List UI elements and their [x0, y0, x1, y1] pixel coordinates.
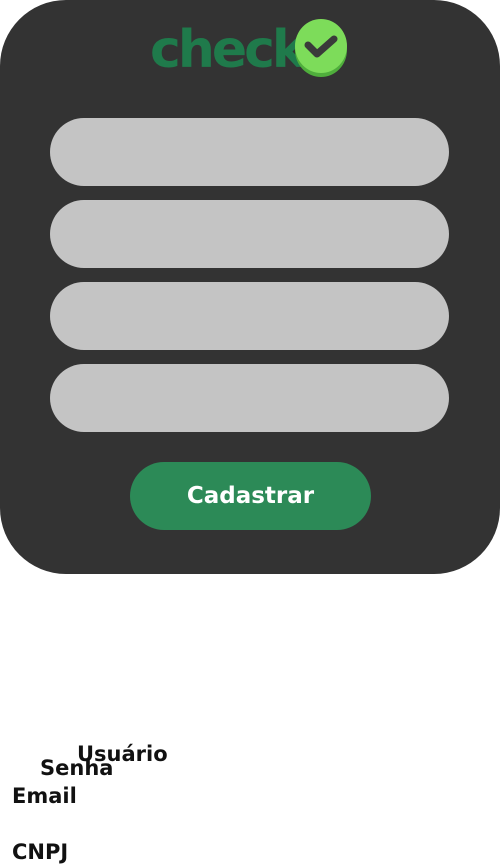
cnpj-input[interactable] — [50, 364, 449, 432]
email-label: Email — [12, 784, 77, 808]
email-input[interactable] — [50, 282, 449, 350]
usuario-input[interactable] — [50, 118, 449, 186]
senha-label: Senha — [40, 756, 114, 780]
brand-logo: check. — [150, 12, 350, 82]
cadastrar-button[interactable]: Cadastrar — [130, 462, 371, 530]
register-card: check. Cadastrar — [0, 0, 500, 574]
register-page: check. Cadastrar Usuário Senha Email CNP… — [0, 0, 500, 864]
senha-input[interactable] — [50, 200, 449, 268]
checkmark-icon — [295, 19, 347, 77]
cnpj-label: CNPJ — [12, 840, 69, 864]
